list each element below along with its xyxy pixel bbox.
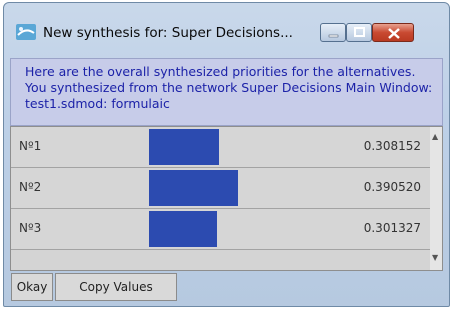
minimize-icon xyxy=(328,34,339,38)
alternative-label: Nº1 xyxy=(19,139,42,153)
title-bar[interactable]: New synthesis for: Super Decisions... xyxy=(4,3,449,57)
maximize-icon xyxy=(354,27,365,37)
close-button[interactable] xyxy=(372,23,414,42)
super-decisions-app-icon xyxy=(16,24,36,40)
maximize-button[interactable] xyxy=(346,23,372,42)
okay-button[interactable]: Okay xyxy=(11,273,53,301)
scroll-up-arrow-icon[interactable]: ▲ xyxy=(432,133,438,141)
priority-value: 0.301327 xyxy=(363,221,421,235)
synthesis-window: New synthesis for: Super Decisions... He… xyxy=(3,2,450,307)
priority-row-1: Nº1 0.308152 xyxy=(11,127,431,168)
alternative-label: Nº2 xyxy=(19,180,42,194)
scroll-down-arrow-icon[interactable]: ▼ xyxy=(432,254,438,262)
close-icon xyxy=(388,28,400,39)
priority-bar xyxy=(149,129,219,165)
alternative-label: Nº3 xyxy=(19,221,42,235)
synthesis-description: Here are the overall synthesized priorit… xyxy=(25,64,433,111)
priority-value: 0.308152 xyxy=(363,139,421,153)
synthesis-description-panel: Here are the overall synthesized priorit… xyxy=(10,58,443,126)
button-bar: Okay Copy Values xyxy=(10,273,443,301)
minimize-button[interactable] xyxy=(320,23,346,42)
priority-row-2: Nº2 0.390520 xyxy=(11,168,431,209)
vertical-scrollbar[interactable]: ▲ ▼ xyxy=(430,127,442,270)
priorities-list: Nº1 0.308152 Nº2 0.390520 Nº3 0.301327 ▲… xyxy=(10,126,443,271)
copy-values-button[interactable]: Copy Values xyxy=(55,273,177,301)
priority-bar xyxy=(149,170,238,206)
priority-row-3: Nº3 0.301327 xyxy=(11,209,431,250)
priority-value: 0.390520 xyxy=(363,180,421,194)
window-title: New synthesis for: Super Decisions... xyxy=(43,25,293,41)
priority-bar xyxy=(149,211,217,247)
